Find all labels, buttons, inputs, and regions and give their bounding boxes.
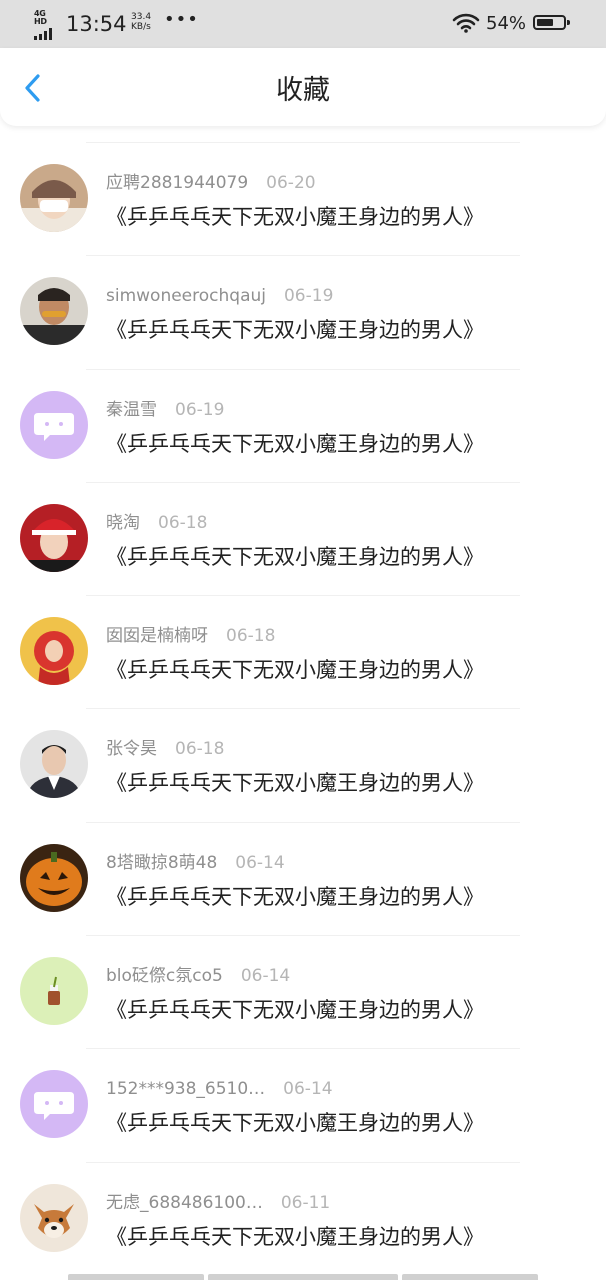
date: 06-19 (175, 399, 225, 420)
signal-icon: 4G HD (34, 10, 60, 40)
list-item[interactable]: 秦温雪 06-19 《乒乒乓乓天下无双小魔王身边的男人》 (0, 368, 606, 482)
speed-unit: KB/s (131, 22, 151, 32)
page-title: 收藏 (276, 75, 330, 106)
date: 06-14 (240, 966, 291, 987)
network-type: 4G HD (34, 9, 47, 26)
status-bar: 4G HD 13:54 33.4 KB/s ••• 54% (0, 0, 606, 48)
item-title: 《乒乒乓乓天下无双小魔王身边的男人》 (106, 998, 484, 1023)
clock: 13:54 (66, 12, 127, 36)
list-item[interactable]: 张令昊 06-18 《乒乒乓乓天下无双小魔王身边的男人》 (0, 708, 606, 821)
avatar[interactable] (20, 503, 88, 572)
avatar[interactable] (20, 957, 88, 1026)
item-title: 《乒乒乓乓天下无双小魔王身边的男人》 (106, 205, 484, 229)
item-title: 《乒乒乓乓天下无双小魔王身边的男人》 (106, 658, 484, 683)
username: 晓淘 (106, 512, 140, 533)
default-chat-icon (20, 1070, 88, 1139)
network-speed: 33.4 KB/s (131, 12, 151, 32)
bottom-tab-bar (68, 1274, 538, 1280)
username: 152***938_6510… (106, 1079, 266, 1100)
avatar[interactable] (20, 277, 88, 346)
title-bar: 收藏 (0, 48, 606, 126)
username: 无虑_688486100… (106, 1192, 263, 1213)
list-item[interactable]: blo砭傺c氛co5 06-14 《乒乒乓乓天下无双小魔王身边的男人》 (0, 935, 606, 1048)
date: 06-14 (235, 852, 285, 873)
date: 06-18 (226, 626, 276, 647)
avatar[interactable] (20, 843, 88, 912)
avatar[interactable] (20, 1070, 88, 1139)
list-item[interactable]: simwoneerochqauj 06-19 《乒乒乓乓天下无双小魔王身边的男人》 (0, 255, 606, 368)
date: 06-20 (266, 173, 316, 193)
date: 06-19 (283, 286, 334, 307)
list-item[interactable]: 无虑_688486100… 06-11 《乒乒乓乓天下无双小魔王身边的男人》 (0, 1161, 606, 1275)
item-title: 《乒乒乓乓天下无双小魔王身边的男人》 (106, 318, 484, 343)
date: 06-14 (283, 1079, 333, 1100)
username: 囡囡是楠楠呀 (106, 626, 208, 647)
item-title: 《乒乒乓乓天下无双小魔王身边的男人》 (106, 431, 484, 456)
avatar[interactable] (20, 390, 88, 459)
list-item[interactable]: 152***938_6510… 06-14 《乒乒乓乓天下无双小魔王身边的男人》 (0, 1048, 606, 1161)
item-title: 《乒乒乓乓天下无双小魔王身边的男人》 (106, 771, 484, 796)
username: 秦温雪 (106, 399, 157, 420)
avatar[interactable] (20, 730, 88, 799)
item-title: 《乒乒乓乓天下无双小魔王身边的男人》 (106, 1224, 484, 1249)
battery-percent: 54% (486, 13, 527, 34)
speed-value: 33.4 (131, 12, 152, 22)
username: blo砭傺c氛co5 (106, 966, 223, 987)
item-title: 《乒乒乓乓天下无双小魔王身边的男人》 (106, 544, 484, 569)
username: 张令昊 (106, 739, 157, 760)
default-chat-icon (20, 390, 88, 459)
date: 06-11 (280, 1192, 331, 1213)
wifi-icon (452, 13, 480, 37)
item-title: 《乒乒乓乓天下无双小魔王身边的男人》 (106, 1111, 484, 1136)
favorites-list: 应聘2881944079 06-20 《乒乒乓乓天下无双小魔王身边的男人》 sim… (0, 142, 606, 1275)
date: 06-18 (158, 512, 208, 533)
avatar[interactable] (20, 617, 88, 686)
item-title: 《乒乒乓乓天下无双小魔王身边的男人》 (106, 884, 484, 909)
username: 8塔瞰掠8萌48 (106, 852, 218, 873)
list-item[interactable]: 晓淘 06-18 《乒乒乓乓天下无双小魔王身边的男人》 (0, 481, 606, 595)
more-notifications-icon: ••• (164, 9, 199, 30)
list-item[interactable]: 应聘2881944079 06-20 《乒乒乓乓天下无双小魔王身边的男人》 (0, 142, 606, 255)
avatar[interactable] (20, 1183, 88, 1252)
username: 应聘2881944079 (106, 173, 249, 193)
username: simwoneerochqauj (106, 286, 266, 307)
battery-icon (533, 15, 570, 30)
list-item[interactable]: 8塔瞰掠8萌48 06-14 《乒乒乓乓天下无双小魔王身边的男人》 (0, 821, 606, 935)
date: 06-18 (175, 739, 225, 760)
avatar[interactable] (20, 164, 88, 232)
list-item[interactable]: 囡囡是楠楠呀 06-18 《乒乒乓乓天下无双小魔王身边的男人》 (0, 595, 606, 708)
